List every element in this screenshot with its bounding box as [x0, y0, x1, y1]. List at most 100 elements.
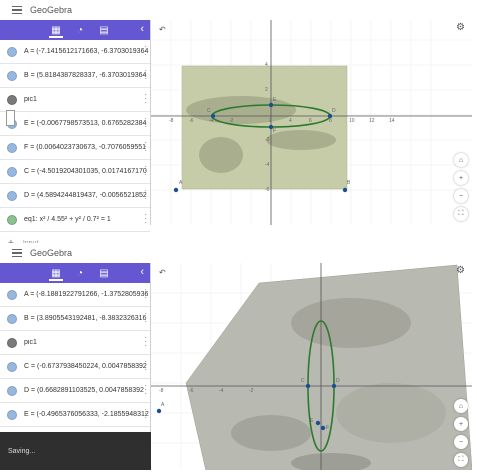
calculator-tab-icon[interactable]: ▦ — [50, 267, 62, 279]
table-tab-icon[interactable]: ▤ — [98, 24, 110, 36]
algebra-expression[interactable]: B = (3.8905543192481, -8.3832326316 — [24, 315, 149, 322]
algebra-row[interactable]: A = (-7.1415612171663, -6.3703019364 · · · — [0, 40, 150, 64]
visibility-toggle-icon[interactable] — [7, 313, 17, 324]
home-button-icon[interactable]: ⌂ — [454, 153, 468, 167]
label-c: C — [301, 378, 305, 384]
title-bar: GeoGebra — [0, 243, 472, 263]
undo-icon[interactable]: ↶ — [159, 268, 166, 277]
algebra-expression[interactable]: A = (-7.1415612171663, -6.3703019364 — [24, 48, 149, 55]
algebra-row[interactable]: B = (3.8905543192481, -8.3832326316 · · · — [0, 307, 150, 331]
algebra-row[interactable]: C = (-0.6737938450224, 0.0047858392 · · · — [0, 355, 150, 379]
algebra-expression[interactable]: pic1 — [24, 339, 149, 346]
collapse-panel-icon[interactable]: ‹ — [140, 266, 144, 278]
point-d[interactable] — [331, 383, 337, 389]
visibility-toggle-icon[interactable] — [7, 70, 17, 81]
label-d: D — [336, 378, 340, 384]
algebra-row[interactable]: F = (0.0064023730673, -0.7076059551 · · · — [0, 136, 150, 160]
zoom-out-icon[interactable]: − — [454, 189, 468, 203]
algebra-row[interactable]: B = (5.8184387828337, -6.3703019364 · · · — [0, 64, 150, 88]
zoom-in-icon[interactable]: + — [454, 417, 468, 431]
point-a[interactable] — [173, 187, 179, 193]
settings-gear-icon[interactable]: ⚙ — [456, 22, 465, 33]
row-menu-icon[interactable]: ··· — [144, 67, 147, 83]
graphics-canvas[interactable] — [151, 263, 472, 470]
row-menu-icon[interactable]: ··· — [144, 139, 147, 155]
label-e: E — [273, 97, 277, 103]
row-menu-icon[interactable]: ··· — [144, 382, 147, 398]
algebra-expression[interactable]: B = (5.8184387828337, -6.3703019364 — [24, 72, 149, 79]
algebra-row[interactable]: E = (-0.0067798573513, 0.6765282384 · · · — [0, 112, 150, 136]
row-menu-icon[interactable]: ··· — [144, 91, 147, 107]
row-menu-icon[interactable]: ··· — [144, 286, 147, 302]
settings-gear-icon[interactable]: ⚙ — [456, 265, 465, 276]
algebra-row[interactable]: eq1: x² / 4.55² + y² / 0.7² = 1 · · · — [0, 208, 150, 232]
fullscreen-icon[interactable]: ⛶ — [454, 207, 468, 221]
algebra-expression[interactable]: C = (-0.6737938450224, 0.0047858392 — [24, 363, 149, 370]
point-c[interactable] — [305, 383, 311, 389]
label-e: E — [310, 418, 314, 424]
visibility-toggle-icon[interactable] — [7, 94, 17, 105]
row-menu-icon[interactable]: ··· — [144, 334, 147, 350]
tools-tab-icon[interactable]: ◔ — [74, 267, 86, 279]
row-menu-icon[interactable]: ··· — [144, 187, 147, 203]
algebra-expression[interactable]: E = (-0.4965376056333, -2.1855948312 — [24, 411, 149, 418]
algebra-expression[interactable]: pic1 — [24, 96, 149, 103]
row-menu-icon[interactable]: ··· — [144, 358, 147, 374]
visibility-toggle-icon[interactable] — [7, 214, 17, 225]
algebra-row[interactable]: E = (-0.4965376056333, -2.1855948312 · · · — [0, 403, 150, 427]
visibility-toggle-icon[interactable] — [7, 166, 17, 177]
algebra-expression[interactable]: C = (-4.5019204301035, 0.0174167170 — [24, 168, 149, 175]
algebra-expression[interactable]: D = (4.5894244819437, -0.0056521852 — [24, 192, 149, 199]
visibility-toggle-icon[interactable] — [7, 289, 17, 300]
point-f[interactable] — [320, 425, 326, 431]
row-menu-icon[interactable]: ··· — [144, 163, 147, 179]
y-tick-label: -6 — [265, 187, 270, 193]
algebra-row[interactable]: D = (4.5894244819437, -0.0056521852 · · · — [0, 184, 150, 208]
visibility-toggle-icon[interactable] — [7, 190, 17, 201]
table-tab-icon[interactable]: ▤ — [98, 267, 110, 279]
visibility-toggle-icon[interactable] — [7, 142, 17, 153]
visibility-toggle-icon[interactable] — [7, 361, 17, 372]
algebra-expression[interactable]: E = (-0.0067798573513, 0.6765282384 — [24, 120, 149, 127]
menu-icon[interactable] — [12, 249, 22, 257]
visibility-toggle-icon[interactable] — [7, 46, 17, 57]
row-menu-icon[interactable]: ··· — [144, 115, 147, 131]
visibility-toggle-icon[interactable] — [7, 337, 17, 348]
zoom-out-icon[interactable]: − — [454, 435, 468, 449]
algebra-expression[interactable]: D = (0.6682891103525, 0.0047858392 — [24, 387, 149, 394]
visibility-toggle-icon[interactable] — [7, 409, 17, 420]
algebra-row[interactable]: pic1 · · · — [0, 88, 150, 112]
algebra-row[interactable]: D = (0.6682891103525, 0.0047858392 · · · — [0, 379, 150, 403]
y-tick-label: -4 — [265, 162, 270, 168]
menu-icon[interactable] — [12, 6, 22, 14]
point-e[interactable] — [268, 102, 274, 108]
undo-icon[interactable]: ↶ — [159, 25, 166, 34]
collapse-panel-icon[interactable]: ‹ — [140, 23, 144, 35]
visibility-toggle-icon[interactable] — [7, 385, 17, 396]
point-e[interactable] — [315, 420, 321, 426]
algebra-row[interactable]: pic1 · · · — [0, 331, 150, 355]
label-a: A — [161, 402, 165, 408]
row-menu-icon[interactable]: ··· — [144, 310, 147, 326]
graphics-view[interactable]: A B C D E F -8 -6 -4 -2 2 4 6 8 10 12 14 4 2 -2 -4 -6 … — [151, 20, 472, 225]
point-a[interactable] — [156, 408, 162, 414]
row-menu-icon[interactable]: ··· — [144, 43, 147, 59]
algebra-view: ▦ ◔ ▤ ‹ A = (-8.1881922791266, -1.375280… — [0, 263, 151, 470]
app-area: ▦ ◔ ▤ ‹ A = (-8.1881922791266, -1.375280… — [0, 263, 472, 470]
algebra-row[interactable]: A = (-8.1881922791266, -1.3752805936 · · · — [0, 283, 150, 307]
tools-tab-icon[interactable]: ◔ — [74, 24, 86, 36]
calculator-tab-icon[interactable]: ▦ — [50, 24, 62, 36]
point-b[interactable] — [342, 187, 348, 193]
row-menu-icon[interactable]: ··· — [144, 211, 147, 227]
algebra-row[interactable]: C = (-4.5019204301035, 0.0174167170 · · · — [0, 160, 150, 184]
side-drag-handle[interactable] — [6, 110, 15, 126]
home-button-icon[interactable]: ⌂ — [454, 399, 468, 413]
zoom-in-icon[interactable]: + — [454, 171, 468, 185]
algebra-expression[interactable]: A = (-8.1881922791266, -1.3752805936 — [24, 291, 149, 298]
graphics-view[interactable]: A C D E F -8 -6 -4 -2 ↶ ⚙ ⌂ + − ⛶ — [151, 263, 472, 470]
fullscreen-icon[interactable]: ⛶ — [454, 453, 468, 467]
row-menu-icon[interactable]: ··· — [144, 406, 147, 422]
algebra-expression[interactable]: F = (0.0064023730673, -0.7076059551 — [24, 144, 149, 151]
algebra-expression[interactable]: eq1: x² / 4.55² + y² / 0.7² = 1 — [24, 216, 149, 223]
x-tick-label: -2 — [249, 388, 254, 394]
